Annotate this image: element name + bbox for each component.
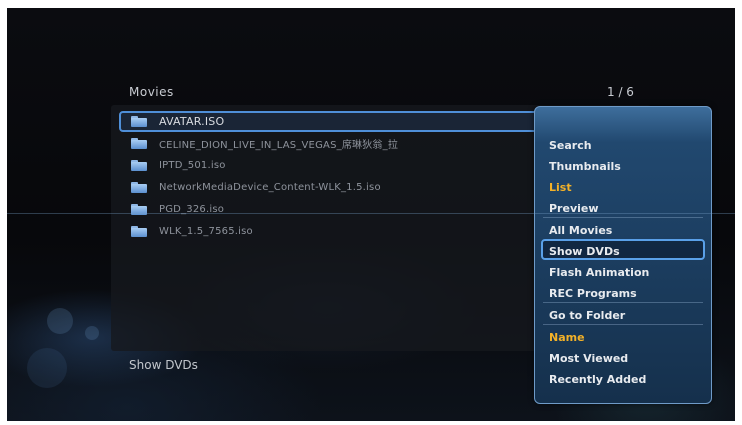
file-row[interactable]: CELINE_DION_LIVE_IN_LAS_VEGAS_席琳狄翁_拉 bbox=[119, 133, 559, 154]
menu-item-preview[interactable]: Preview bbox=[541, 196, 705, 217]
file-name: IPTD_501.iso bbox=[159, 160, 226, 171]
menu-item-thumbnails[interactable]: Thumbnails bbox=[541, 154, 705, 175]
folder-icon bbox=[131, 116, 147, 127]
menu-item-all-movies[interactable]: All Movies bbox=[541, 218, 705, 239]
menu-item-rec-programs[interactable]: REC Programs bbox=[541, 281, 705, 302]
menu-item-name[interactable]: Name bbox=[541, 325, 705, 346]
file-row[interactable]: WLK_1.5_7565.iso bbox=[119, 221, 559, 242]
menu-item-flash-animation[interactable]: Flash Animation bbox=[541, 260, 705, 281]
file-name: NetworkMediaDevice_Content-WLK_1.5.iso bbox=[159, 182, 381, 193]
file-name: CELINE_DION_LIVE_IN_LAS_VEGAS_席琳狄翁_拉 bbox=[159, 140, 399, 151]
background-light bbox=[85, 326, 99, 340]
menu-item-recently-added[interactable]: Recently Added bbox=[541, 367, 705, 388]
file-row[interactable]: PGD_326.iso bbox=[119, 199, 559, 220]
status-label: Show DVDs bbox=[129, 358, 198, 372]
file-row[interactable]: IPTD_501.iso bbox=[119, 155, 559, 176]
media-player-screen: Movies 1 / 6 AVATAR.ISO CELINE_DION_LIVE_… bbox=[7, 8, 735, 421]
background-light bbox=[47, 308, 73, 334]
file-row[interactable]: AVATAR.ISO bbox=[119, 111, 559, 132]
background-light bbox=[27, 348, 67, 388]
file-row[interactable]: NetworkMediaDevice_Content-WLK_1.5.iso bbox=[119, 177, 559, 198]
folder-icon bbox=[131, 182, 147, 193]
options-menu: Search Thumbnails List Preview All Movies Sho… bbox=[534, 106, 712, 404]
page-counter: 1 / 6 bbox=[607, 85, 634, 99]
menu-item-most-viewed[interactable]: Most Viewed bbox=[541, 346, 705, 367]
folder-icon bbox=[131, 226, 147, 237]
menu-item-go-to-folder[interactable]: Go to Folder bbox=[541, 303, 705, 324]
file-name: PGD_326.iso bbox=[159, 204, 225, 215]
file-list: AVATAR.ISO CELINE_DION_LIVE_IN_LAS_VEGAS_… bbox=[119, 111, 559, 243]
menu-item-show-dvds[interactable]: Show DVDs bbox=[541, 239, 705, 260]
page-title: Movies bbox=[129, 85, 174, 99]
file-name: WLK_1.5_7565.iso bbox=[159, 226, 253, 237]
folder-icon bbox=[131, 160, 147, 171]
folder-icon bbox=[131, 138, 147, 149]
file-name: AVATAR.ISO bbox=[159, 115, 225, 128]
menu-item-search[interactable]: Search bbox=[541, 133, 705, 154]
folder-icon bbox=[131, 204, 147, 215]
menu-items: Search Thumbnails List Preview All Movies Sho… bbox=[541, 133, 705, 388]
menu-item-list[interactable]: List bbox=[541, 175, 705, 196]
